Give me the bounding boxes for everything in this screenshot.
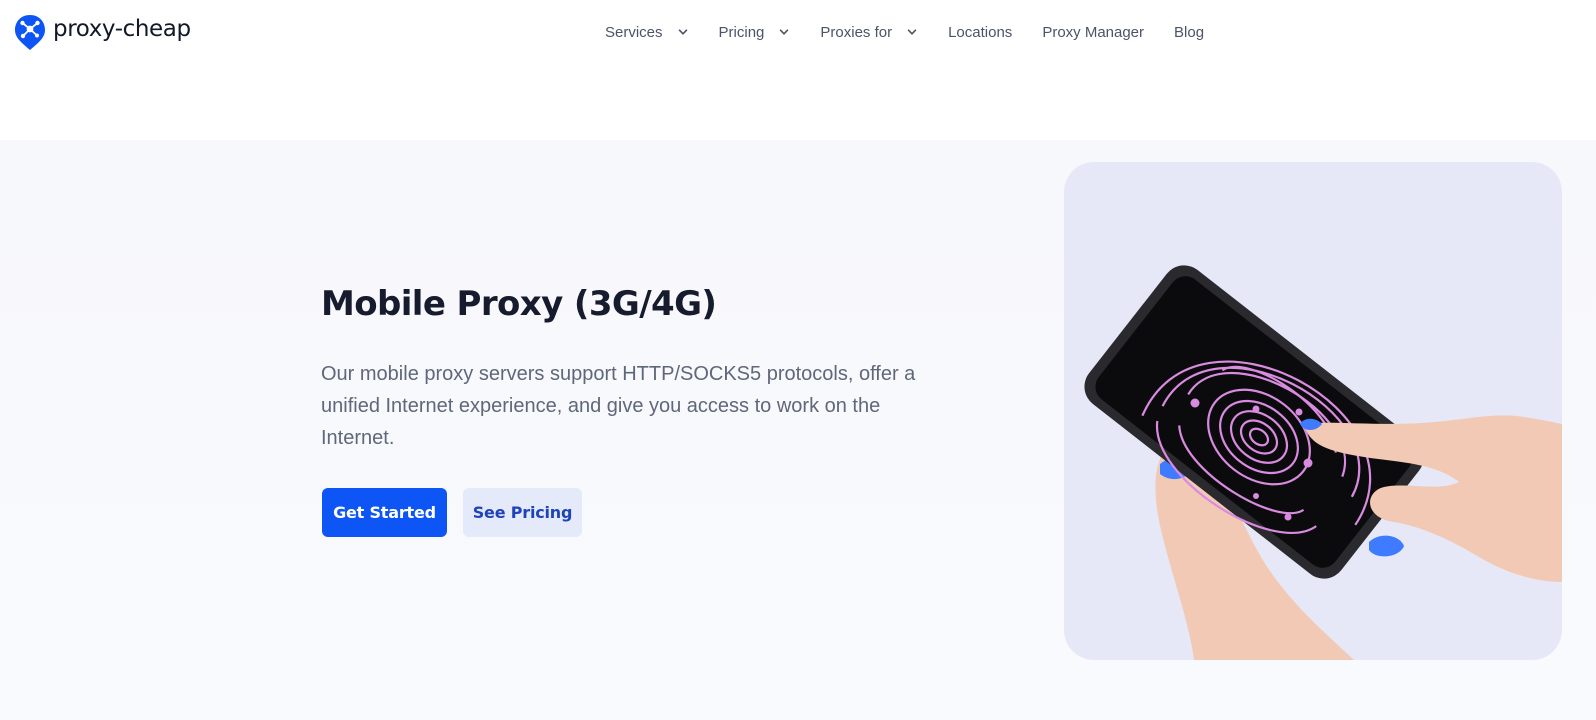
chevron-down-icon <box>780 29 789 35</box>
nav-item-services[interactable]: Services <box>605 24 689 41</box>
hero-description: Our mobile proxy servers support HTTP/SO… <box>321 363 916 449</box>
nav-item-label: Locations <box>948 23 1013 41</box>
nav-item-pricing[interactable]: Pricing <box>719 24 791 41</box>
chevron-down-icon <box>678 29 687 35</box>
nav-item-label: Proxy Manager <box>1042 23 1145 41</box>
logo-icon <box>15 15 45 50</box>
nav-item-label: Services <box>605 23 663 41</box>
nav-item-label: Proxies for <box>820 23 893 41</box>
nav-item-label: Pricing <box>718 23 765 41</box>
main-nav: Services Pricing Proxies for Locations P… <box>605 20 1234 44</box>
logo-text: proxy-cheap <box>53 16 191 42</box>
hero-image <box>1064 162 1562 660</box>
logo-link[interactable]: proxy-cheap <box>13 12 191 52</box>
nav-item-label: Blog <box>1174 23 1205 41</box>
site-header: proxy-cheap Services Pricing Proxies for… <box>0 0 1596 64</box>
nav-item-proxies-for[interactable]: Proxies for <box>820 24 918 41</box>
nav-item-blog[interactable]: Blog <box>1174 24 1204 41</box>
hands-holding-smartphone-fingerprint-image <box>1084 265 1562 660</box>
nav-item-locations[interactable]: Locations <box>948 24 1012 41</box>
get-started-button[interactable]: Get Started <box>322 488 447 537</box>
nav-item-proxy-manager[interactable]: Proxy Manager <box>1042 24 1144 41</box>
page-title: Mobile Proxy (3G/4G) <box>321 284 717 324</box>
see-pricing-button[interactable]: See Pricing <box>463 488 582 537</box>
chevron-down-icon <box>907 29 917 35</box>
